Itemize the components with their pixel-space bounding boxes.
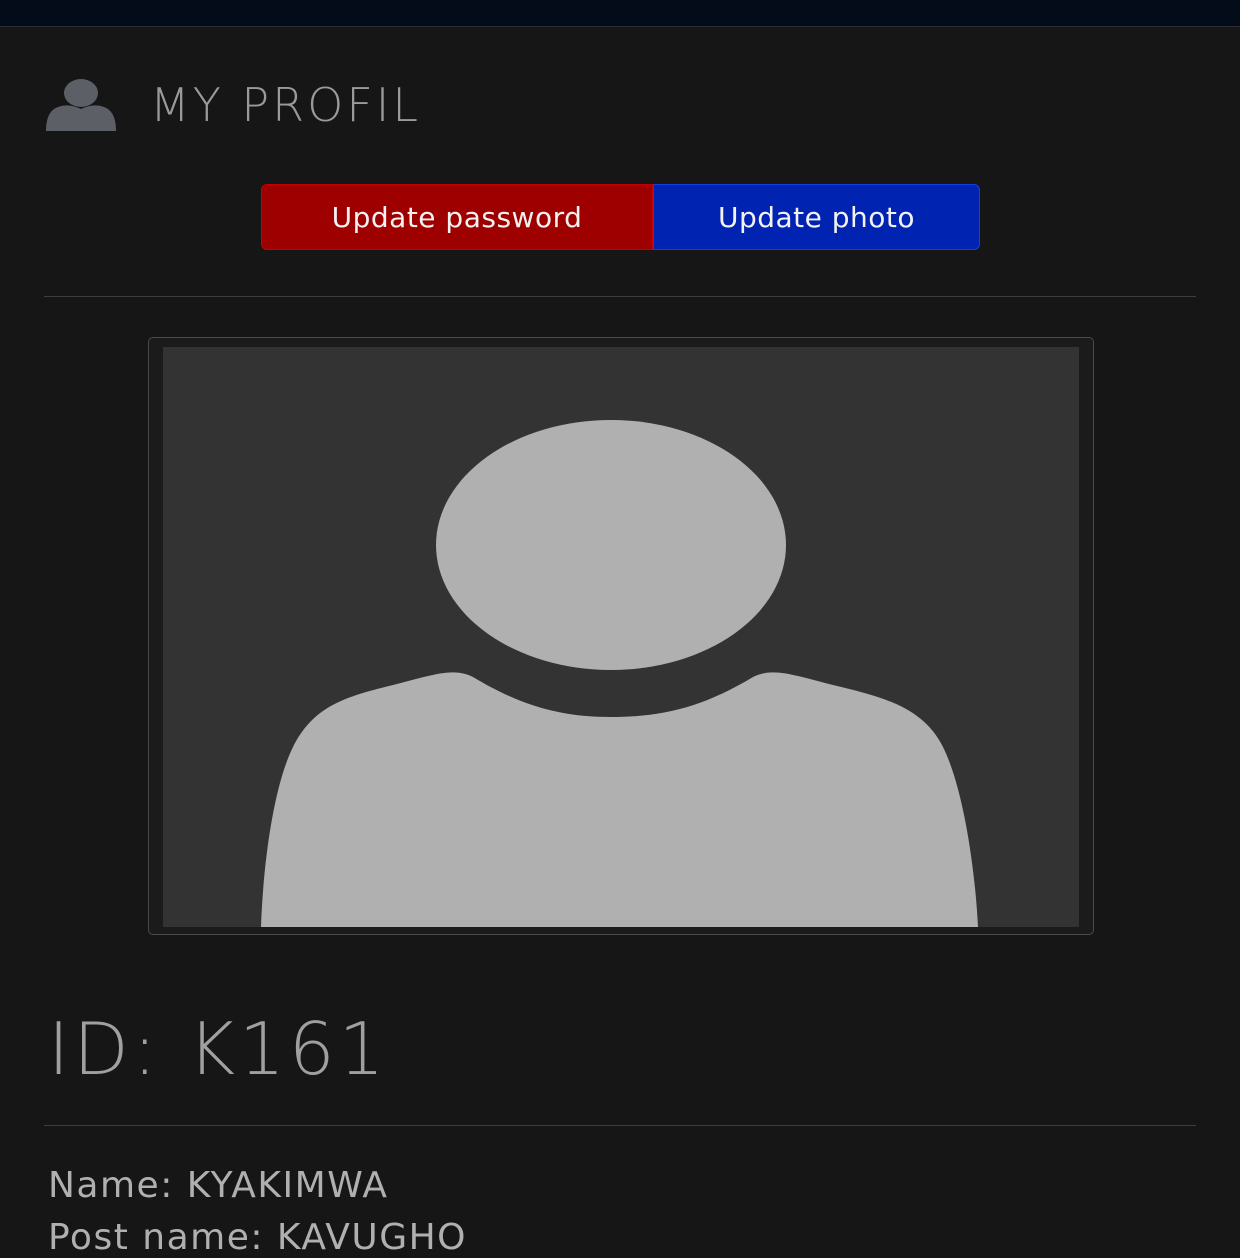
profile-actions: Update password Update photo — [261, 184, 980, 250]
avatar-placeholder-icon — [261, 420, 978, 927]
user-icon — [46, 79, 116, 131]
profile-id: ID: K161 — [48, 1007, 389, 1091]
divider — [44, 296, 1196, 297]
divider — [44, 1125, 1196, 1126]
update-password-button[interactable]: Update password — [261, 184, 653, 250]
profile-photo-frame — [148, 337, 1094, 935]
profile-page: MY PROFIL Update password Update photo I… — [0, 27, 1240, 1258]
page-heading: MY PROFIL — [44, 73, 421, 137]
profile-name: Name: KYAKIMWA — [48, 1165, 389, 1206]
profile-post-name: Post name: KAVUGHO — [48, 1217, 468, 1258]
top-bar — [0, 0, 1240, 27]
page-title: MY PROFIL — [150, 78, 421, 132]
update-photo-button[interactable]: Update photo — [653, 184, 980, 250]
profile-photo — [163, 347, 1079, 927]
